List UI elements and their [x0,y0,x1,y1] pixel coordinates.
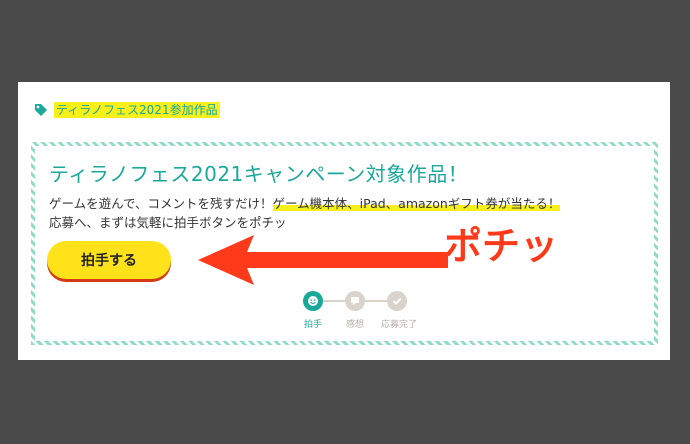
progress-steps: 拍手 感想 応募完了 [303,291,423,335]
step-check [387,291,407,311]
clap-button[interactable]: 拍手する [47,241,171,279]
tag-row[interactable]: ティラノフェス2021参加作品 [34,102,220,118]
tag-label[interactable]: ティラノフェス2021参加作品 [54,102,220,118]
step-smile [303,291,323,311]
campaign-title: ティラノフェス2021キャンペーン対象作品！ [49,162,469,186]
step-label-clap: 拍手 [304,320,323,330]
content-card: ティラノフェス2021参加作品 ティラノフェス2021キャンペーン対象作品！ ゲ… [18,82,670,360]
desc-line1-prefix: ゲームを遊んで、コメントを残すだけ！ [49,196,273,211]
tag-icon [35,104,47,116]
check-icon [392,297,402,305]
step-connector [323,300,345,302]
desc-line1-highlight: ゲーム機本体、iPad、amazonギフト券が当たる！ [272,196,561,211]
desc-line2: 応募へ、まずは気軽に拍手ボタンをポチッ [49,215,287,230]
step-comment [345,291,365,311]
annotation-arrow [198,235,448,285]
step-label-complete: 応募完了 [381,320,418,330]
step-label-comment: 感想 [346,320,365,330]
annotation-pochi-text: ポチッ [444,224,559,268]
step-connector [365,300,387,302]
smile-icon [308,296,318,306]
comment-icon [351,297,359,306]
